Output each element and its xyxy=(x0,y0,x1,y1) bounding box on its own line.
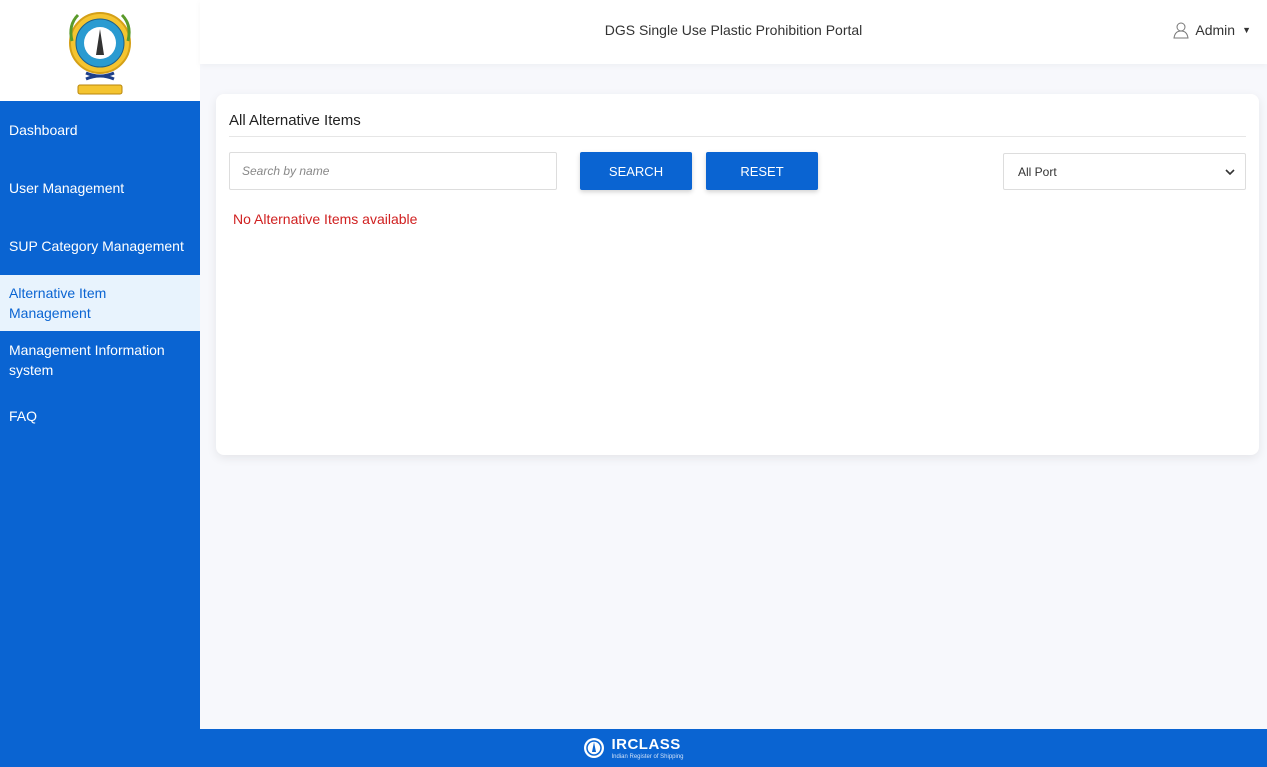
footer-brand-name: IRCLASS xyxy=(611,735,681,753)
logo-container xyxy=(0,0,200,101)
sidebar: Dashboard User Management SUP Category M… xyxy=(0,101,200,729)
user-menu-label: Admin xyxy=(1195,22,1236,38)
chevron-down-icon xyxy=(1225,168,1235,175)
search-button[interactable]: SEARCH xyxy=(580,152,692,190)
sidebar-item-sup-category-management[interactable]: SUP Category Management xyxy=(0,217,200,275)
sidebar-item-label: Dashboard xyxy=(9,122,78,138)
sidebar-item-mis[interactable]: Management Information system xyxy=(0,331,200,389)
sidebar-item-label: FAQ xyxy=(9,408,38,424)
irclass-emblem-icon xyxy=(584,738,605,758)
irclass-logo: IRCLASS Indian Register of Shipping xyxy=(583,735,684,760)
portal-title: DGS Single Use Plastic Prohibition Porta… xyxy=(604,22,863,38)
alternative-items-card: All Alternative Items SEARCH RESET All P… xyxy=(216,94,1259,455)
user-menu[interactable]: Admin ▼ xyxy=(1172,21,1251,39)
user-icon xyxy=(1173,22,1189,39)
empty-state-message: No Alternative Items available xyxy=(233,211,418,227)
sidebar-item-label: SUP Category Management xyxy=(9,238,184,254)
footer: IRCLASS Indian Register of Shipping xyxy=(0,729,1267,767)
port-filter-select[interactable]: All Port xyxy=(1003,153,1246,190)
page-title: All Alternative Items xyxy=(229,112,361,129)
footer-tagline: Indian Register of Shipping xyxy=(611,753,684,760)
divider xyxy=(229,136,1246,137)
sidebar-item-label: Management Information system xyxy=(9,342,165,378)
dgs-emblem-logo xyxy=(69,11,131,94)
sidebar-item-label: Alternative Item Management xyxy=(9,285,107,321)
reset-button[interactable]: RESET xyxy=(706,152,818,190)
search-input[interactable] xyxy=(229,152,557,190)
sidebar-item-alternative-item-management[interactable]: Alternative Item Management xyxy=(0,275,200,331)
sidebar-item-dashboard[interactable]: Dashboard xyxy=(0,101,200,159)
top-header: DGS Single Use Plastic Prohibition Porta… xyxy=(200,0,1267,64)
port-filter-value: All Port xyxy=(1018,164,1057,179)
caret-down-icon: ▼ xyxy=(1242,25,1251,35)
sidebar-item-label: User Management xyxy=(9,180,125,196)
sidebar-item-user-management[interactable]: User Management xyxy=(0,159,200,217)
sidebar-item-faq[interactable]: FAQ xyxy=(0,389,200,443)
